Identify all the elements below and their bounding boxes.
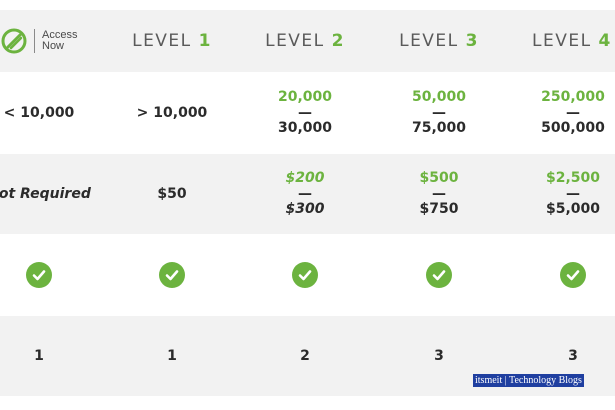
level-word: LEVEL: [399, 31, 459, 51]
fee-cell: Not Required: [0, 154, 104, 234]
check-icon: [159, 262, 185, 288]
access-now-logo: Access Now: [0, 27, 77, 55]
level-number: 4: [598, 31, 612, 51]
range-row: < 10,000 > 10,000 20,000 — 30,000 50,000…: [0, 72, 615, 154]
level-number: 1: [198, 31, 212, 51]
fee-dash: —: [432, 186, 446, 202]
count-value: 1: [34, 347, 44, 364]
comparison-table: Access Now LEVEL 1 LEVEL 2 LEVEL 3 LEVEL…: [0, 0, 615, 410]
check-icon: [292, 262, 318, 288]
included-row: [0, 234, 615, 316]
range-max: 75,000: [411, 120, 467, 136]
included-cell: [0, 234, 104, 316]
count-cell: 2: [240, 316, 370, 396]
level-1-heading: LEVEL 1: [107, 10, 237, 72]
range-cell: > 10,000: [107, 72, 237, 154]
range-dash: —: [298, 105, 312, 121]
fee-value: Not Required: [0, 185, 91, 202]
brand-cell: Access Now: [0, 10, 104, 72]
included-cell: [240, 234, 370, 316]
fee-max: $750: [419, 201, 459, 217]
check-icon: [560, 262, 586, 288]
count-value: 3: [434, 347, 444, 364]
fee-dash: —: [298, 186, 312, 202]
included-cell: [374, 234, 504, 316]
access-now-logo-icon: [0, 27, 28, 55]
fee-row: Not Required $50 $200 — $300 $500 — $750…: [0, 154, 615, 234]
count-value: 3: [568, 347, 578, 364]
level-number: 3: [465, 31, 479, 51]
fee-cell: $2,500 — $5,000: [508, 154, 615, 234]
range-max: 500,000: [541, 120, 605, 136]
range-dash: —: [432, 105, 446, 121]
fee-cell: $50: [107, 154, 237, 234]
fee-dash: —: [566, 186, 580, 202]
header-row: Access Now LEVEL 1 LEVEL 2 LEVEL 3 LEVEL…: [0, 10, 615, 72]
range-dash: —: [566, 105, 580, 121]
level-number: 2: [331, 31, 345, 51]
level-word: LEVEL: [532, 31, 592, 51]
count-cell: 1: [107, 316, 237, 396]
count-cell: 1: [0, 316, 104, 396]
fee-cell: $200 — $300: [240, 154, 370, 234]
range-value: < 10,000: [3, 104, 75, 121]
count-value: 1: [167, 347, 177, 364]
range-max: 30,000: [277, 120, 333, 136]
count-value: 2: [300, 347, 310, 364]
included-cell: [508, 234, 615, 316]
range-cell: 20,000 — 30,000: [240, 72, 370, 154]
range-cell: 250,000 — 500,000: [508, 72, 615, 154]
check-icon: [426, 262, 452, 288]
level-word: LEVEL: [265, 31, 325, 51]
fee-max: $300: [285, 201, 325, 217]
fee-value: $50: [157, 185, 187, 202]
level-2-heading: LEVEL 2: [240, 10, 370, 72]
logo-separator: [34, 29, 35, 53]
fee-cell: $500 — $750: [374, 154, 504, 234]
range-value: > 10,000: [136, 104, 208, 121]
included-cell: [107, 234, 237, 316]
check-icon: [26, 262, 52, 288]
brand-name: Access Now: [42, 30, 77, 52]
brand-line-2: Now: [42, 40, 65, 52]
level-4-heading: LEVEL 4: [508, 10, 615, 72]
range-cell: 50,000 — 75,000: [374, 72, 504, 154]
watermark: itsmeit | Technology Blogs: [473, 374, 584, 387]
fee-max: $5,000: [545, 201, 601, 217]
level-3-heading: LEVEL 3: [374, 10, 504, 72]
level-word: LEVEL: [132, 31, 192, 51]
range-cell: < 10,000: [0, 72, 104, 154]
